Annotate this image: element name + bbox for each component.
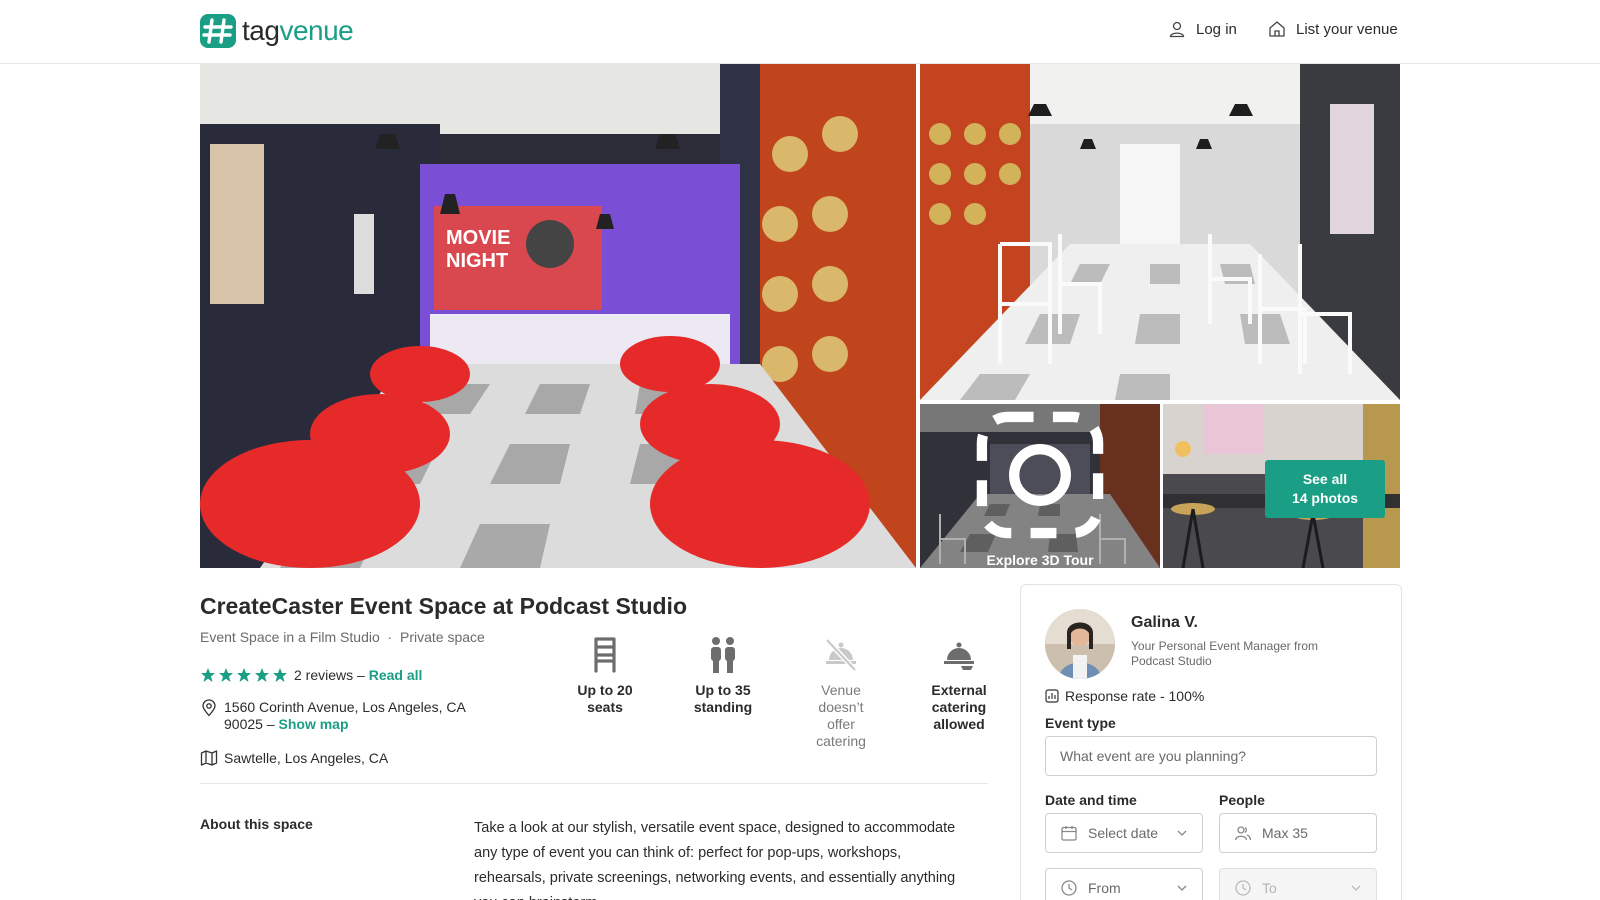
people-label: People: [1219, 792, 1265, 808]
chart-icon: [1045, 689, 1059, 703]
main-photo[interactable]: MOVIE NIGHT: [200, 64, 916, 568]
date-time-label: Date and time: [1045, 792, 1137, 808]
no-catering-icon: [825, 638, 857, 672]
catering-bell-icon: [944, 642, 974, 670]
event-type-placeholder: What event are you planning?: [1060, 748, 1247, 764]
date-placeholder: Select date: [1088, 825, 1159, 841]
reviews-count: 2 reviews –: [294, 667, 369, 683]
time-to-select[interactable]: To: [1219, 868, 1377, 900]
address-line-2: 90025 –: [224, 716, 279, 732]
feature-no-catering-line1: Venue: [821, 682, 861, 698]
site-header: tagvenue Log in List your venue: [0, 0, 1600, 64]
star-rating: [200, 667, 288, 683]
venue-neighborhood: Sawtelle, Los Angeles, CA: [200, 749, 388, 767]
login-link[interactable]: Log in: [1168, 20, 1237, 38]
feature-seated-line1: Up to 20: [577, 682, 633, 698]
people-placeholder: Max 35: [1262, 825, 1308, 841]
main-photo-image: MOVIE NIGHT: [200, 64, 916, 568]
manager-role: Your Personal Event Manager from Podcast…: [1131, 639, 1318, 668]
chevron-down-icon: [1351, 885, 1361, 891]
feature-external-catering-line3: allowed: [933, 716, 985, 732]
address-line-1: 1560 Corinth Avenue, Los Angeles, CA: [224, 699, 466, 715]
photo-3d-tour[interactable]: Explore 3D Tour: [920, 404, 1160, 568]
read-all-reviews-link[interactable]: Read all: [369, 667, 423, 683]
user-icon: [1169, 21, 1185, 38]
show-map-link[interactable]: Show map: [279, 716, 349, 732]
people-input[interactable]: Max 35: [1219, 813, 1377, 853]
people-icon: [1234, 826, 1252, 841]
list-venue-label: List your venue: [1296, 20, 1398, 38]
photo-gallery: MOVIE NIGHT Explore 3D Tour See all 14 p…: [200, 64, 1400, 568]
location-pin-icon: [202, 699, 216, 717]
tagvenue-logo[interactable]: tagvenue: [200, 14, 354, 48]
event-type-input[interactable]: What event are you planning?: [1045, 736, 1377, 776]
response-rate-text: Response rate - 100%: [1065, 688, 1205, 704]
rating-row: 2 reviews – Read all: [200, 667, 422, 683]
poster-text-2: NIGHT: [446, 250, 508, 272]
feature-standing: Up to 35 standing: [664, 636, 782, 750]
feature-standing-line1: Up to 35: [695, 682, 751, 698]
poster-text-1: MOVIE: [446, 227, 510, 249]
tour-label: Explore 3D Tour: [986, 552, 1094, 568]
time-to-placeholder: To: [1262, 880, 1277, 896]
tagvenue-logo-icon: [200, 14, 236, 48]
star-icon: [255, 668, 269, 682]
list-venue-link[interactable]: List your venue: [1268, 20, 1398, 38]
star-icon: [273, 668, 287, 682]
explore-3d-tour-button[interactable]: Explore 3D Tour: [920, 404, 1160, 568]
capacity-features: Up to 20 seats Up to 35 standing Venue d…: [546, 636, 1018, 750]
time-from-placeholder: From: [1088, 880, 1121, 896]
see-all-photos-button[interactable]: See all 14 photos: [1265, 460, 1385, 518]
chevron-down-icon: [1177, 830, 1187, 836]
feature-no-catering: Venue doesn’t offer catering: [782, 636, 900, 750]
about-text: Take a look at our stylish, versatile ev…: [474, 820, 956, 900]
feature-no-catering-line3: offer: [827, 716, 855, 732]
time-from-select[interactable]: From: [1045, 868, 1203, 900]
feature-no-catering-line2: doesn’t: [818, 699, 864, 715]
neighborhood-label: Sawtelle, Los Angeles, CA: [224, 750, 389, 766]
avatar-image: [1045, 609, 1115, 679]
tour-3d-icon: [976, 411, 1104, 539]
date-select[interactable]: Select date: [1045, 813, 1203, 853]
feature-seated: Up to 20 seats: [546, 636, 664, 750]
response-rate: Response rate - 100%: [1045, 688, 1204, 704]
star-icon: [201, 668, 215, 682]
manager-name: Galina V.: [1131, 614, 1198, 631]
feature-seated-line2: seats: [587, 699, 623, 715]
star-icon: [237, 668, 251, 682]
photo-chairs[interactable]: [920, 64, 1400, 400]
feature-standing-line2: standing: [693, 699, 753, 715]
star-icon: [219, 668, 233, 682]
standing-people-icon: [711, 637, 735, 673]
feature-no-catering-line4: catering: [816, 733, 866, 749]
venue-subtitle: Event Space in a Film Studio · Private s…: [200, 629, 485, 645]
login-label: Log in: [1196, 20, 1237, 38]
chair-icon: [594, 637, 616, 673]
event-type-label: Event type: [1045, 715, 1116, 731]
feature-external-catering-line2: catering: [931, 699, 987, 715]
logo-text: tagvenue: [242, 15, 354, 46]
map-icon: [200, 750, 218, 766]
venue-address: 1560 Corinth Avenue, Los Angeles, CA 900…: [200, 699, 466, 733]
about-heading: About this space: [200, 816, 313, 832]
home-icon: [1269, 21, 1285, 37]
clock-icon: [1061, 880, 1077, 896]
feature-external-catering-line1: External: [931, 682, 987, 698]
see-all-label: See all 14 photos: [1291, 471, 1359, 506]
feature-external-catering: External catering allowed: [900, 636, 1018, 750]
calendar-icon: [1061, 826, 1077, 841]
clock-icon: [1235, 880, 1251, 896]
photo-bar[interactable]: See all 14 photos: [1163, 404, 1400, 568]
booking-card: Galina V. Your Personal Event Manager fr…: [1020, 584, 1402, 900]
section-divider: [200, 783, 988, 784]
photo-chairs-image: [920, 64, 1400, 400]
avatar: [1045, 609, 1115, 679]
venue-title: CreateCaster Event Space at Podcast Stud…: [200, 593, 687, 619]
chevron-down-icon: [1177, 885, 1187, 891]
